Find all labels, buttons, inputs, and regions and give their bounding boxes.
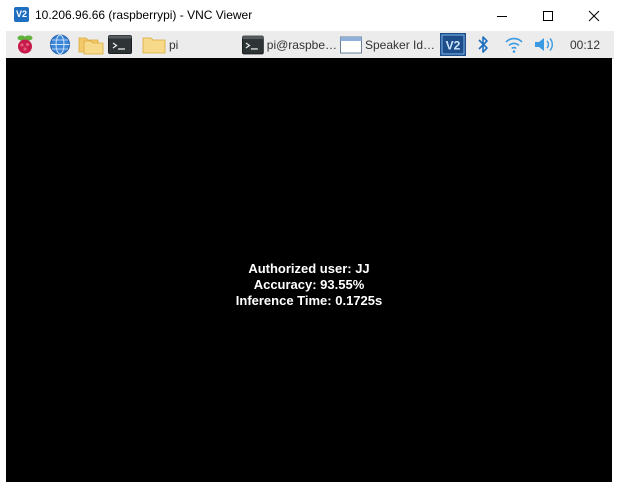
authorized-user-text: Authorized user: JJ (248, 261, 370, 276)
raspberry-pi-taskbar: pi pi@raspbe… Speaker Id… V2 00:12 (6, 31, 614, 59)
accuracy-text: Accuracy: 93.55% (253, 277, 365, 292)
volume-icon[interactable] (532, 34, 556, 55)
taskbar-item-speaker-id[interactable]: Speaker Id… (340, 33, 436, 56)
vnc-icon[interactable]: V2 (440, 33, 466, 56)
terminal-icon[interactable] (108, 34, 132, 55)
web-browser-icon[interactable] (48, 34, 72, 55)
taskbar-item-label: pi (169, 37, 179, 52)
remote-desktop-screen: Authorized user: JJ Accuracy: 93.55% Inf… (6, 58, 612, 482)
taskbar-clock[interactable]: 00:12 (570, 38, 600, 52)
maximize-icon (543, 10, 553, 21)
close-button[interactable] (571, 0, 617, 31)
vnc-viewer-logo-icon: V2 (14, 7, 29, 22)
inference-time-text: Inference Time: 0.1725s (235, 293, 383, 308)
window-title: 10.206.96.66 (raspberrypi) - VNC Viewer (35, 8, 253, 22)
minimize-icon (497, 15, 507, 17)
taskbar-item-pi-folder[interactable]: pi (142, 33, 232, 56)
window-titlebar: V2 10.206.96.66 (raspberrypi) - VNC View… (0, 0, 620, 31)
taskbar-item-terminal[interactable]: pi@raspbe… (242, 33, 337, 56)
close-icon (588, 10, 600, 21)
minimize-button[interactable] (479, 0, 525, 31)
file-manager-icon[interactable] (78, 34, 104, 55)
terminal-icon (242, 35, 264, 54)
bluetooth-icon[interactable] (474, 34, 492, 55)
taskbar-item-label: Speaker Id… (365, 37, 436, 52)
raspberry-menu-icon[interactable] (14, 34, 36, 55)
recognition-result: Authorized user: JJ Accuracy: 93.55% Inf… (6, 261, 612, 309)
window-icon (340, 36, 362, 53)
taskbar-item-label: pi@raspbe… (266, 37, 337, 52)
folder-icon (142, 37, 166, 53)
wifi-icon[interactable] (504, 34, 524, 55)
maximize-button[interactable] (525, 0, 571, 31)
window-bottom-border (0, 482, 620, 495)
svg-text:V2: V2 (446, 39, 461, 53)
